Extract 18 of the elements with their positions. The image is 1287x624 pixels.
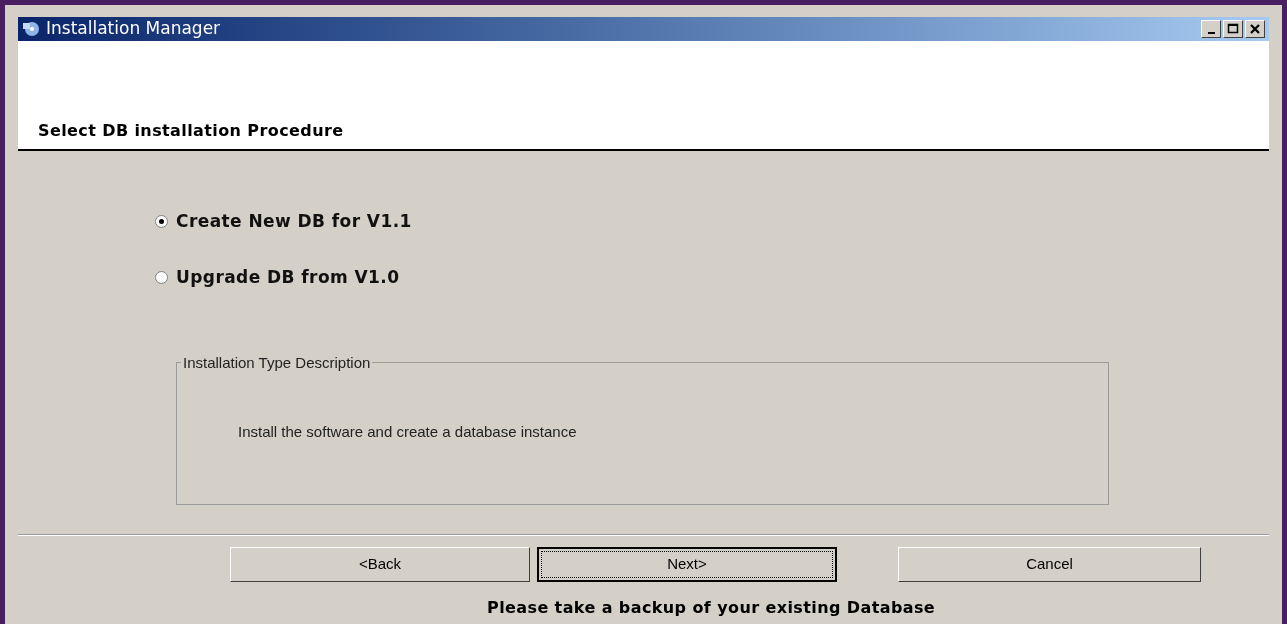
backup-note: Please take a backup of your existing Database (487, 598, 936, 617)
radio-button[interactable] (155, 270, 168, 284)
page-heading: Select DB installation Procedure (38, 120, 344, 142)
description-text: Install the software and create a database instance (238, 422, 577, 442)
close-button[interactable] (1245, 20, 1265, 38)
maximize-button[interactable] (1223, 20, 1243, 38)
minimize-icon (1207, 32, 1215, 34)
option-label[interactable]: Create New DB for V1.1 (176, 209, 412, 235)
radio-button[interactable] (155, 215, 168, 229)
window-title: Installation Manager (46, 17, 221, 41)
minimize-button[interactable] (1201, 20, 1221, 38)
app-icon (22, 21, 40, 37)
wizard-button[interactable]: Cancel (898, 547, 1201, 582)
wizard-button[interactable]: Next> (537, 547, 837, 582)
maximize-icon (1226, 22, 1240, 36)
wizard-button[interactable]: <Back (230, 547, 530, 582)
option-label[interactable]: Upgrade DB from V1.0 (176, 264, 400, 290)
close-icon (1248, 22, 1262, 36)
